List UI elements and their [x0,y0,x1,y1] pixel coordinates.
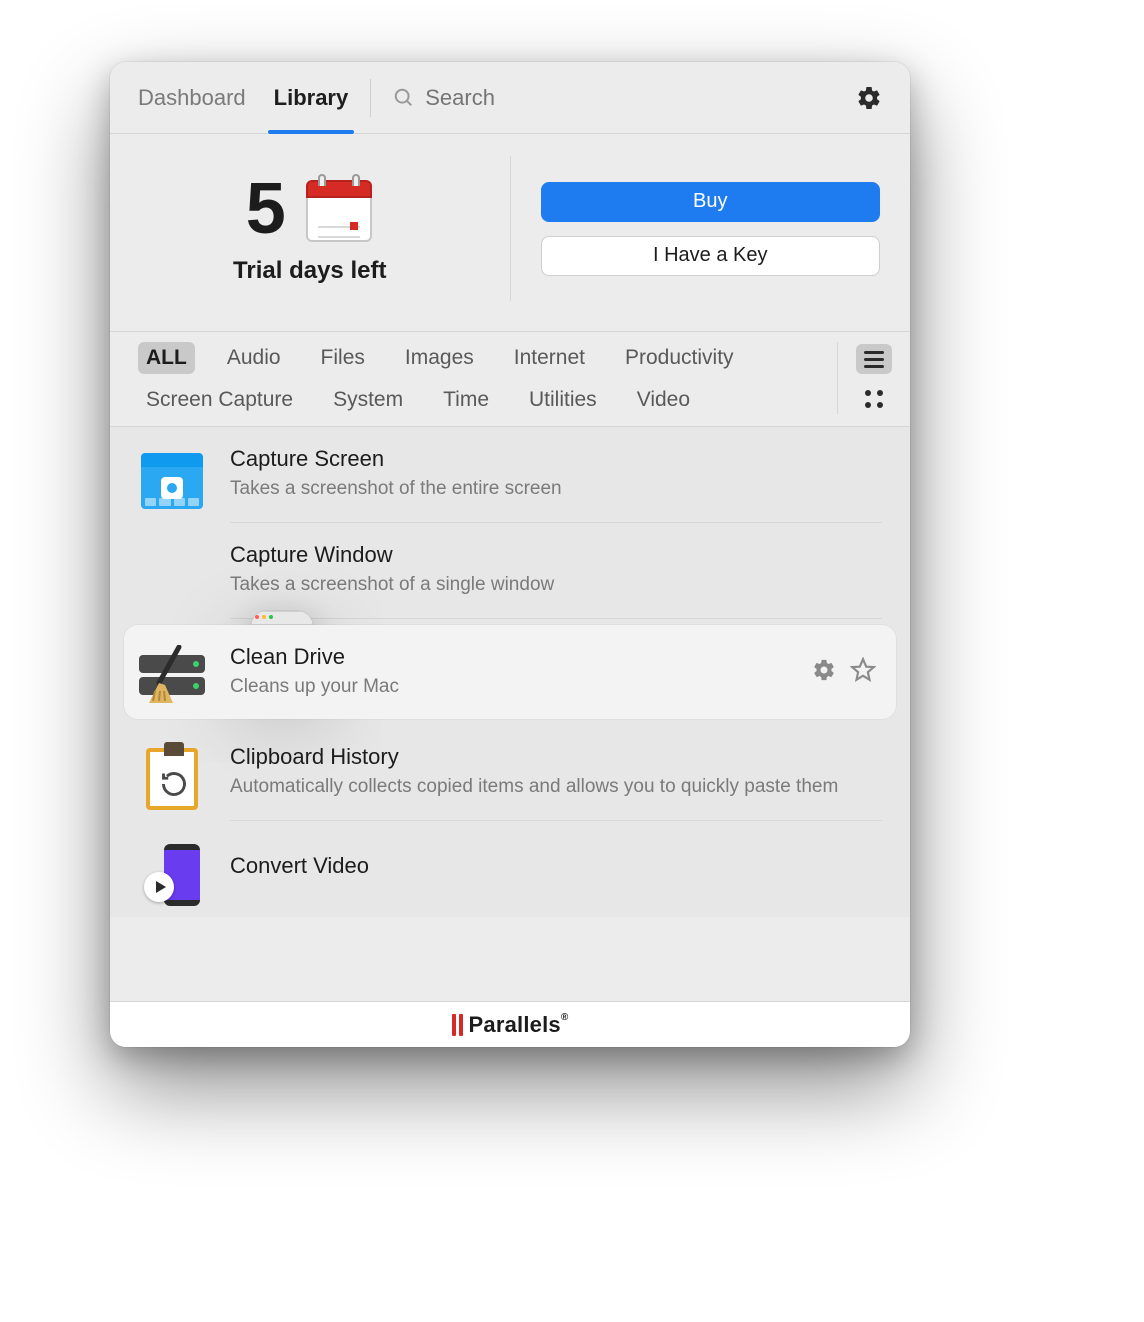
category-filter-bar: ALL Audio Files Images Internet Producti… [110,332,910,427]
brand-label: Parallels® [469,1012,569,1038]
grid-icon [865,390,883,408]
filter-time[interactable]: Time [435,384,497,416]
search-input[interactable] [425,85,856,111]
list-item[interactable]: Clipboard History Automatically collects… [110,725,910,821]
capture-window-icon [138,543,206,611]
filter-system[interactable]: System [325,384,411,416]
capture-screen-icon [138,447,206,515]
grid-view-button[interactable] [856,384,892,414]
item-description: Takes a screenshot of a single window [230,572,882,598]
list-item[interactable]: Capture Screen Takes a screenshot of the… [110,427,910,523]
list-view-button[interactable] [856,344,892,374]
item-description: Cleans up your Mac [230,674,788,700]
search-field[interactable] [393,85,856,111]
filter-all[interactable]: ALL [138,342,195,374]
top-bar: Dashboard Library [110,62,910,134]
trial-actions: Buy I Have a Key [511,156,881,301]
search-icon [393,87,415,109]
convert-video-icon [138,841,206,909]
filter-images[interactable]: Images [397,342,482,374]
tab-library[interactable]: Library [274,62,349,133]
item-description: Automatically collects copied items and … [230,774,882,800]
item-title: Capture Screen [230,446,882,472]
item-settings-button[interactable] [812,658,836,682]
buy-button[interactable]: Buy [541,182,881,222]
filter-files[interactable]: Files [313,342,373,374]
item-favorite-button[interactable] [850,657,876,683]
view-toggle [837,342,892,414]
list-item[interactable]: Capture Window Takes a screenshot of a s… [110,523,910,619]
filter-screen-capture[interactable]: Screen Capture [138,384,301,416]
list-item[interactable]: Convert Video [110,821,910,917]
parallels-logo-icon [452,1014,463,1036]
have-key-button[interactable]: I Have a Key [541,236,881,276]
trial-status: 5 Trial days left [140,156,511,301]
settings-button[interactable] [856,85,882,111]
item-title: Clean Drive [230,644,788,670]
trial-banner: 5 Trial days left Buy I Have a Key [110,134,910,332]
main-tabs: Dashboard Library [138,62,348,133]
tool-list: Capture Screen Takes a screenshot of the… [110,427,910,917]
clean-drive-icon [138,643,206,711]
tab-dashboard[interactable]: Dashboard [138,62,246,133]
item-description: Takes a screenshot of the entire screen [230,476,882,502]
item-title: Clipboard History [230,744,882,770]
trial-days-label: Trial days left [233,257,386,285]
list-icon [864,351,884,368]
filter-video[interactable]: Video [629,384,698,416]
calendar-icon [304,174,374,244]
footer: Parallels® [110,1001,910,1047]
list-item[interactable]: Clean Drive Cleans up your Mac [124,625,896,719]
divider [370,79,371,117]
filter-internet[interactable]: Internet [506,342,593,374]
category-filters: ALL Audio Files Images Internet Producti… [138,342,837,416]
item-title: Capture Window [230,542,882,568]
item-actions [812,657,876,683]
clipboard-history-icon [138,745,206,813]
filter-productivity[interactable]: Productivity [617,342,742,374]
filter-audio[interactable]: Audio [219,342,289,374]
item-title: Convert Video [230,853,882,879]
filter-utilities[interactable]: Utilities [521,384,605,416]
app-window: Dashboard Library 5 [110,62,910,1047]
trial-days-count: 5 [246,173,286,245]
